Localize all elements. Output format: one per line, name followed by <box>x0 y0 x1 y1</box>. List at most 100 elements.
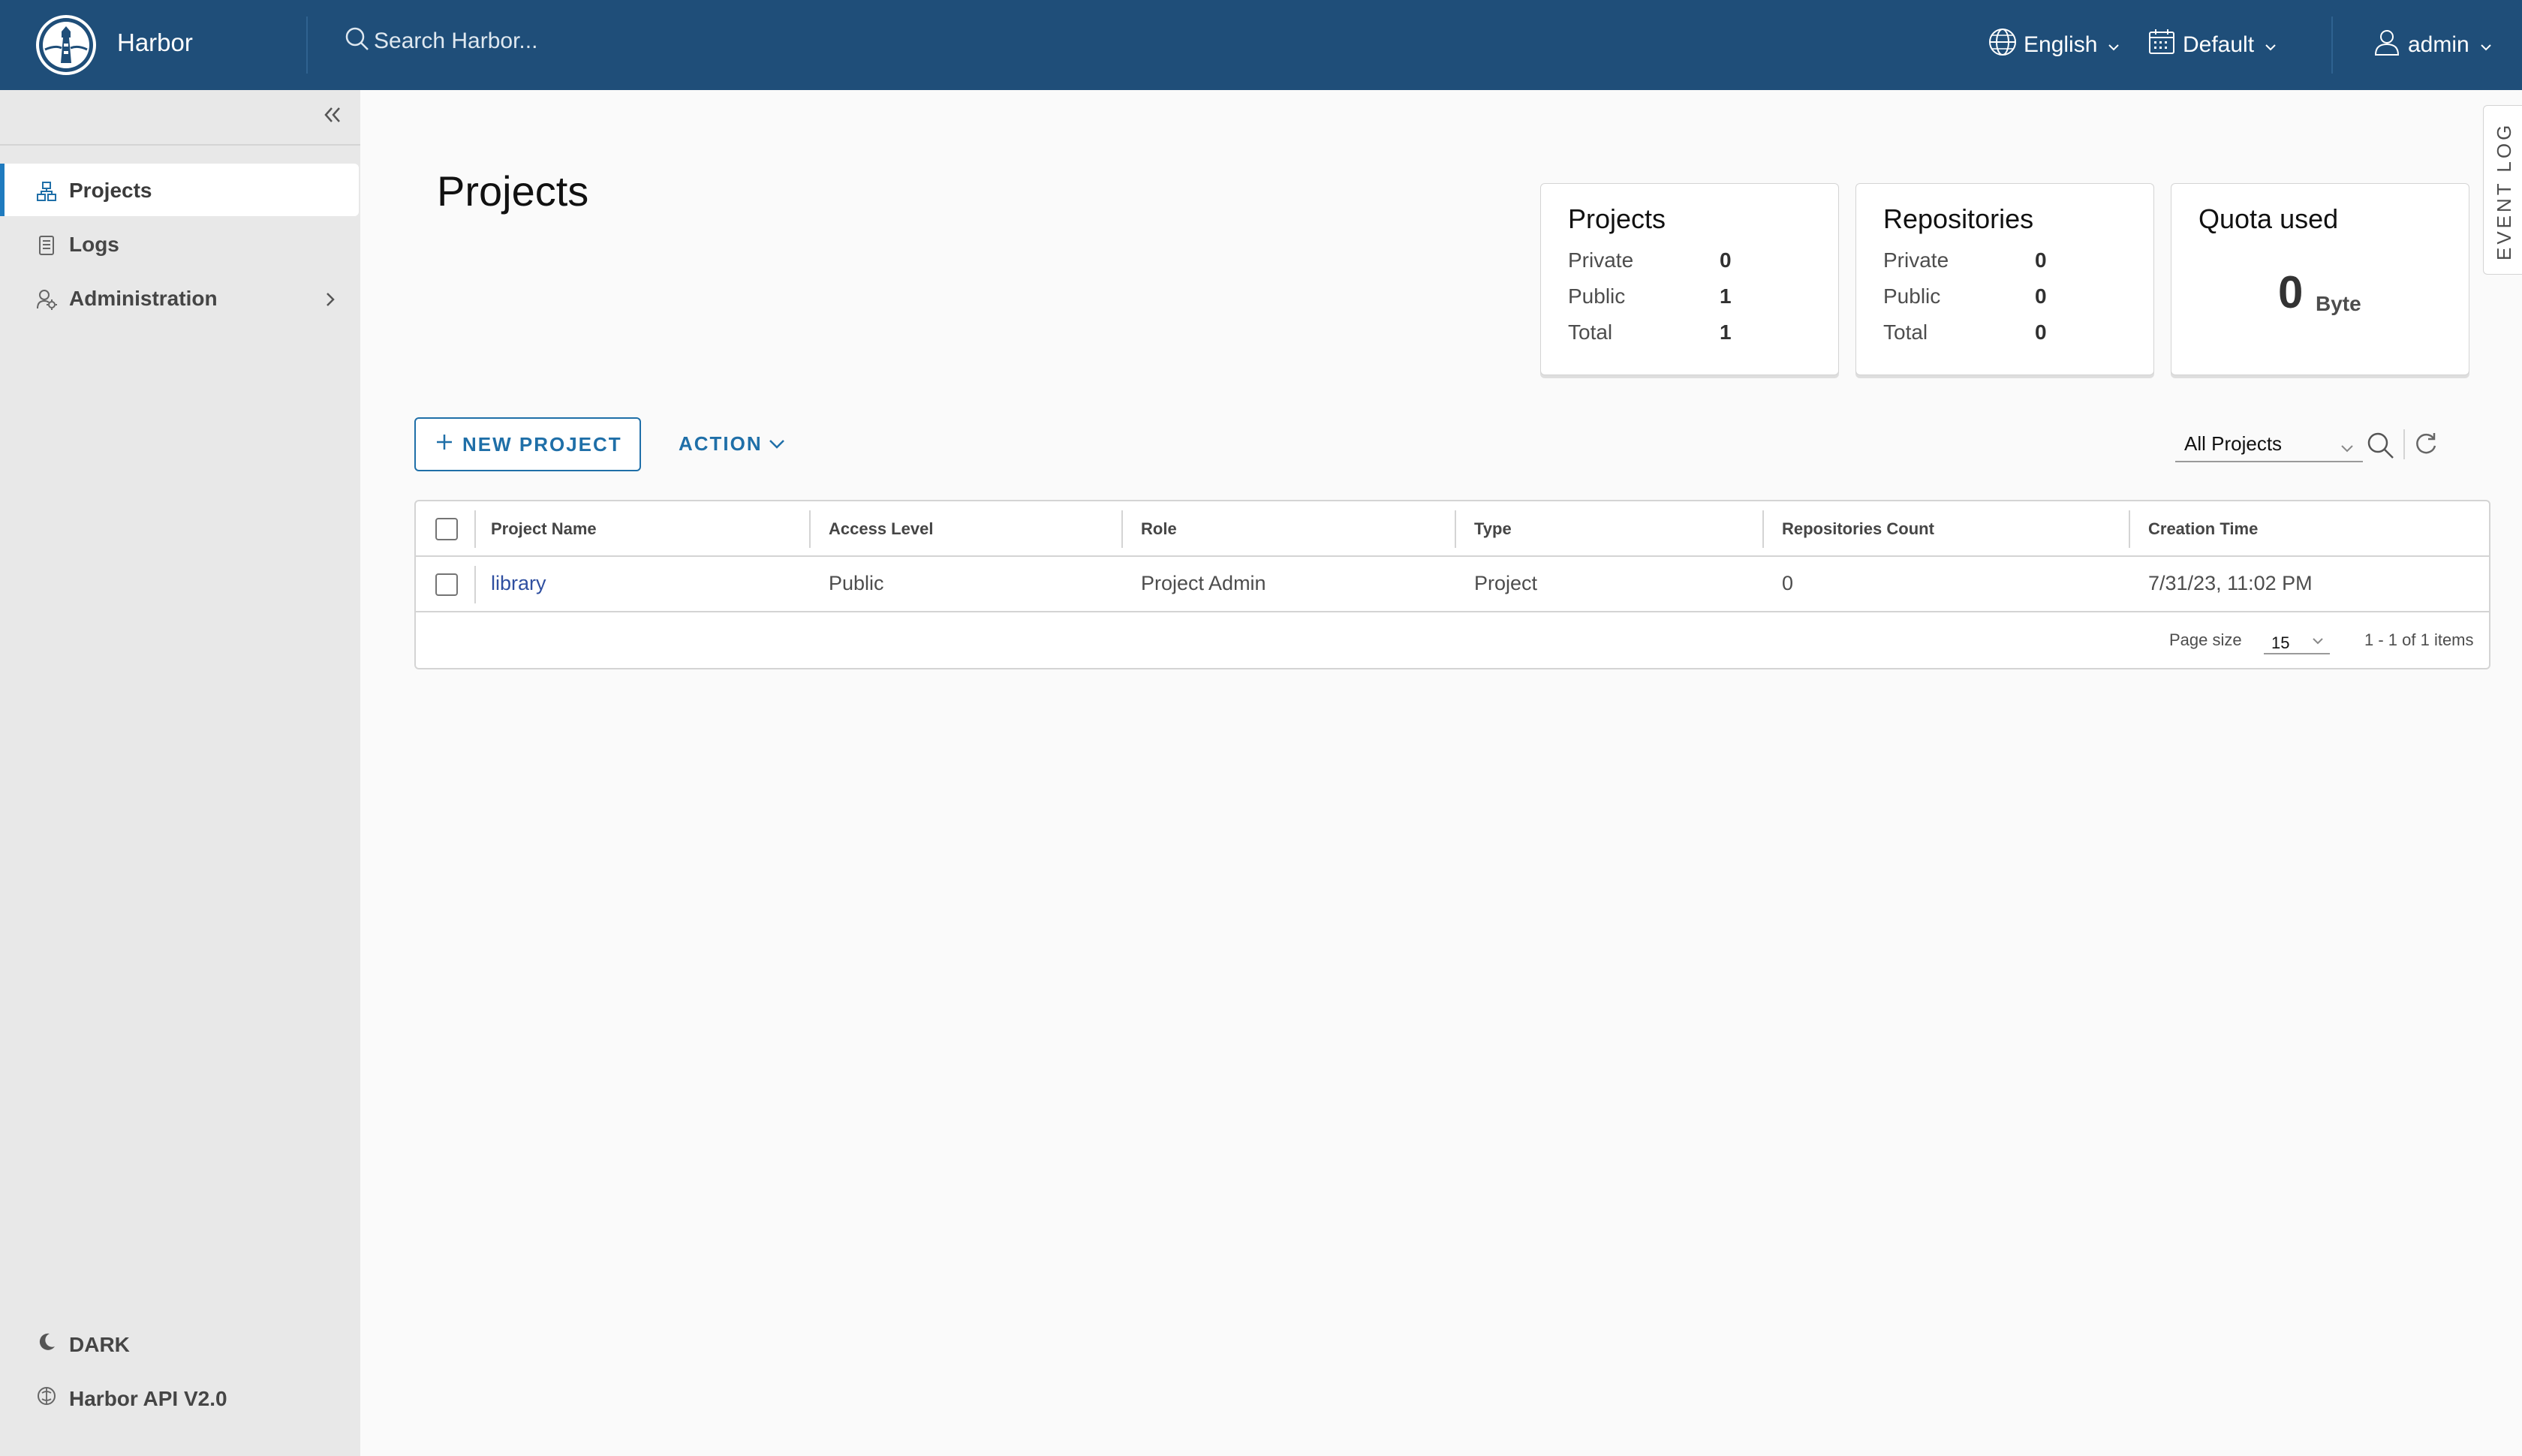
public-count: 0 <box>2035 284 2047 308</box>
column-divider <box>1121 510 1123 548</box>
column-header-type[interactable]: Type <box>1474 519 1512 539</box>
card-title: Repositories <box>1883 203 2034 234</box>
total-label: Total <box>1568 320 1613 344</box>
table-row: library Public Project Admin Project 0 7… <box>416 557 2489 612</box>
chevron-down-icon <box>2265 32 2277 58</box>
projects-summary-card: Projects Private 0 Public 1 Total 1 <box>1540 183 1839 375</box>
action-label: ACTION <box>679 432 763 455</box>
quota-summary-card: Quota used 0 Byte <box>2171 183 2469 375</box>
top-nav-bar: Harbor Search Harbor... English Default … <box>0 0 2522 90</box>
projects-table: Project Name Access Level Role Type Repo… <box>414 500 2490 669</box>
repositories-count-cell: 0 <box>1782 572 1794 594</box>
private-count: 0 <box>1720 248 1732 272</box>
moon-icon <box>36 1331 57 1358</box>
projects-icon <box>36 181 57 207</box>
public-label: Public <box>1883 284 1941 308</box>
theme-selector[interactable]: Default <box>2147 27 2277 63</box>
globe-icon <box>1988 27 2018 63</box>
table-search-icon[interactable] <box>2366 431 2396 465</box>
column-header-repositories-count[interactable]: Repositories Count <box>1782 519 1934 539</box>
select-all-checkbox[interactable] <box>435 518 458 540</box>
user-name: admin <box>2408 32 2469 57</box>
pagination-count: 1 - 1 of 1 items <box>2364 630 2474 649</box>
user-icon <box>2372 27 2402 63</box>
chevron-right-icon <box>323 290 338 314</box>
project-name-link[interactable]: library <box>491 572 546 595</box>
global-search[interactable]: Search Harbor... <box>344 26 537 56</box>
row-checkbox[interactable] <box>435 573 458 596</box>
sidebar-item-projects[interactable]: Projects <box>0 164 359 216</box>
sidebar-item-label: Administration <box>69 287 218 310</box>
column-header-creation-time[interactable]: Creation Time <box>2148 519 2258 539</box>
column-divider <box>474 510 476 548</box>
page-size-label: Page size <box>2169 630 2242 649</box>
action-dropdown-button[interactable]: ACTION <box>679 432 785 456</box>
card-title: Projects <box>1568 203 1666 234</box>
access-level-cell: Public <box>829 572 884 594</box>
private-label: Private <box>1568 248 1634 272</box>
chevron-down-icon <box>769 432 785 456</box>
toolbar-divider <box>2403 429 2405 459</box>
card-title: Quota used <box>2198 203 2339 234</box>
type-cell: Project <box>1474 572 1538 594</box>
calendar-icon <box>2147 27 2177 63</box>
harbor-api-link[interactable]: Harbor API V2.0 <box>36 1385 227 1412</box>
quota-value: 0 <box>2278 267 2304 317</box>
new-project-label: NEW PROJECT <box>462 432 622 456</box>
sidebar-item-label: Logs <box>69 233 119 256</box>
column-divider <box>1762 510 1764 548</box>
total-count: 1 <box>1720 320 1732 344</box>
public-count: 1 <box>1720 284 1732 308</box>
theme-label: Default <box>2183 32 2255 57</box>
user-menu[interactable]: admin <box>2372 27 2492 63</box>
chevron-down-icon <box>2312 630 2324 650</box>
filter-value: All Projects <box>2184 432 2283 455</box>
column-header-role[interactable]: Role <box>1141 519 1177 539</box>
refresh-icon[interactable] <box>2412 431 2439 462</box>
event-log-tab[interactable]: EVENT LOG <box>2483 105 2522 275</box>
sidebar-item-label: Projects <box>69 179 152 202</box>
sidebar-item-administration[interactable]: Administration <box>0 272 359 324</box>
harbor-api-label: Harbor API V2.0 <box>69 1386 227 1410</box>
role-cell: Project Admin <box>1141 572 1266 594</box>
total-label: Total <box>1883 320 1928 344</box>
plus-icon <box>435 433 453 456</box>
table-header: Project Name Access Level Role Type Repo… <box>416 501 2489 557</box>
table-footer: Page size 15 1 - 1 of 1 items <box>416 612 2489 668</box>
dark-mode-label: DARK <box>69 1332 130 1356</box>
chevron-down-icon <box>2480 32 2492 58</box>
dark-mode-toggle[interactable]: DARK <box>36 1331 130 1358</box>
private-count: 0 <box>2035 248 2047 272</box>
column-divider <box>2129 510 2130 548</box>
collapse-sidebar-icon[interactable] <box>321 104 344 130</box>
header-divider <box>2331 17 2333 74</box>
total-count: 0 <box>2035 320 2047 344</box>
column-divider <box>809 510 811 548</box>
header-divider <box>306 17 308 74</box>
public-label: Public <box>1568 284 1626 308</box>
language-selector[interactable]: English <box>1988 27 2120 63</box>
sidebar-divider <box>0 144 360 146</box>
project-filter-select[interactable]: All Projects <box>2175 426 2363 462</box>
column-divider <box>474 566 476 603</box>
event-log-label: EVENT LOG <box>2493 122 2515 260</box>
language-label: English <box>2024 32 2098 57</box>
page-size-value: 15 <box>2271 633 2290 652</box>
column-header-access-level[interactable]: Access Level <box>829 519 933 539</box>
page-size-select[interactable]: 15 <box>2264 623 2330 654</box>
creation-time-cell: 7/31/23, 11:02 PM <box>2148 572 2313 594</box>
administration-icon <box>36 289 57 315</box>
new-project-button[interactable]: NEW PROJECT <box>414 417 641 471</box>
column-header-project-name[interactable]: Project Name <box>491 519 597 539</box>
api-icon <box>36 1385 57 1412</box>
column-divider <box>1455 510 1456 548</box>
private-label: Private <box>1883 248 1949 272</box>
quota-unit: Byte <box>2316 292 2361 315</box>
search-icon <box>344 26 371 56</box>
sidebar-item-logs[interactable]: Logs <box>0 218 359 270</box>
logs-icon <box>36 235 57 261</box>
chevron-down-icon <box>2108 32 2120 58</box>
app-name[interactable]: Harbor <box>117 29 193 57</box>
harbor-logo-icon[interactable] <box>36 15 96 75</box>
search-input[interactable]: Search Harbor... <box>374 29 537 54</box>
